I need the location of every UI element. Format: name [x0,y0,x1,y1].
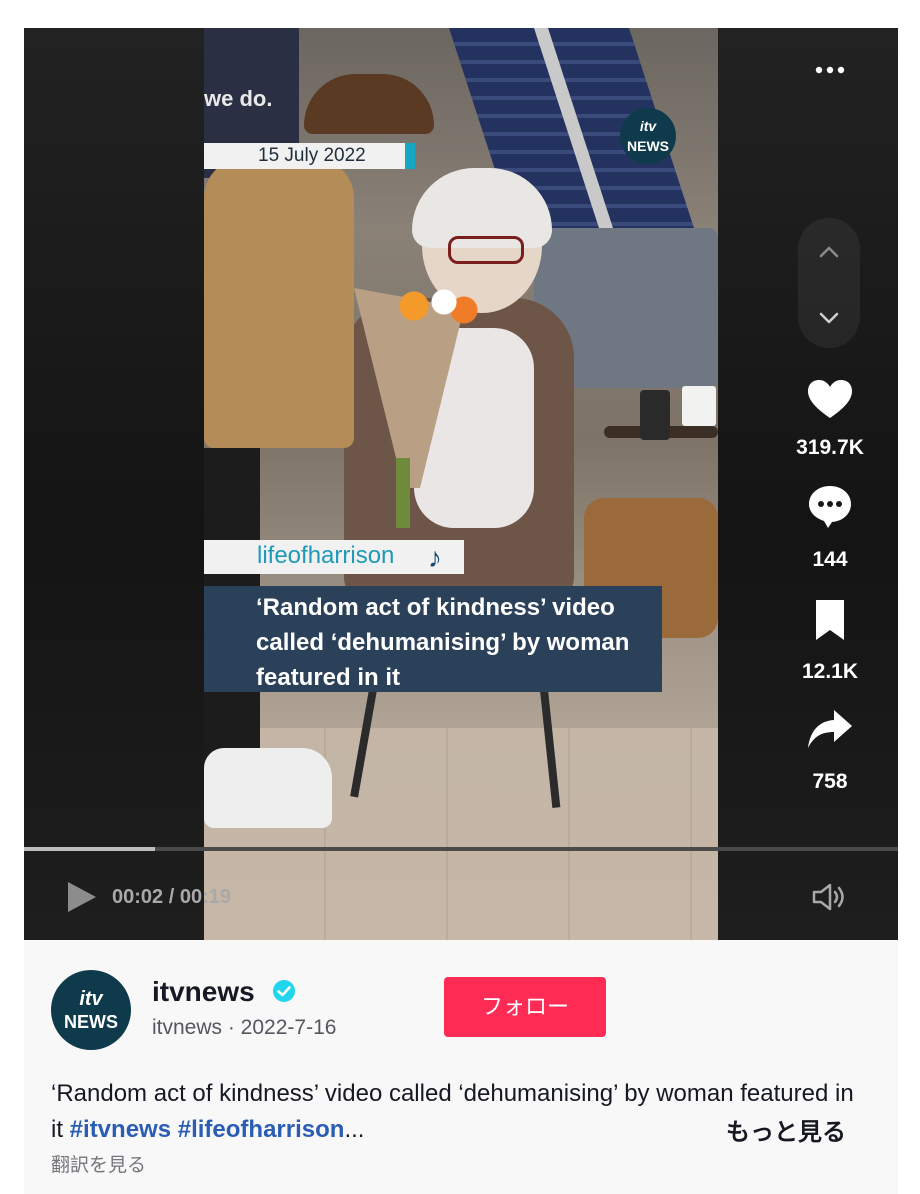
itv-news-logo: itv NEWS [620,108,676,164]
video-scene-shoe [204,748,332,828]
chevron-up-icon[interactable] [815,238,843,266]
comment-icon[interactable] [804,480,856,532]
video-scene-cup [640,390,670,440]
description-ellipsis: ... [344,1116,365,1143]
avatar-text-bottom: NEWS [64,1012,118,1032]
author-name[interactable]: itvnews [152,976,255,1008]
logo-text-bottom: NEWS [627,138,669,154]
like-count: 319.7K [796,436,864,459]
video-scene-flowers [384,286,484,326]
progress-fill [24,847,156,851]
video-player[interactable]: we do. 15 July 2022 itv NEWS lifeofharri… [24,28,898,940]
follow-button[interactable]: フォロー [444,977,606,1037]
bookmark-icon[interactable] [804,594,856,646]
avatar[interactable]: itv NEWS [51,970,131,1050]
hashtag-link[interactable]: #itvnews [70,1116,171,1143]
comment-count: 144 [812,548,848,571]
save-count: 12.1K [801,660,859,683]
avatar-text-top: itv [79,988,103,1010]
share-icon[interactable] [804,704,856,756]
share-count: 758 [812,770,848,793]
time-display: 00:02 / 00:19 [112,886,231,908]
volume-icon[interactable] [810,880,850,914]
see-more-link[interactable]: もっと見る [726,1112,846,1147]
video-wall-text: we do. [204,86,273,111]
video-date: 15 July 2022 [258,145,366,166]
date-strip-accent [405,143,415,169]
translate-link[interactable]: 翻訳を見る [51,1150,146,1177]
logo-text-top: itv [639,118,657,134]
video-scene-cup [682,386,716,426]
progress-track[interactable] [24,847,898,851]
play-icon[interactable] [64,880,98,914]
more-options-icon[interactable] [810,58,850,82]
verified-badge-icon [273,980,295,1002]
author-subline: itvnews · 2022-7-16 [152,1016,337,1039]
video-scene-man-hair [304,74,434,134]
video-card: we do. 15 July 2022 itv NEWS lifeofharri… [24,28,898,1194]
video-scene-man [204,158,354,448]
video-scene-glasses [448,236,524,264]
hashtag-link[interactable]: #lifeofharrison [178,1116,345,1143]
chevron-down-icon[interactable] [815,304,843,332]
video-scene-stems [396,458,410,528]
heart-icon[interactable] [804,374,856,426]
video-headline: ‘Random act of kindness’ video called ‘d… [256,594,630,691]
tiktok-logo-icon: ♪ [428,542,442,573]
credit-handle: lifeofharrison [257,542,395,569]
